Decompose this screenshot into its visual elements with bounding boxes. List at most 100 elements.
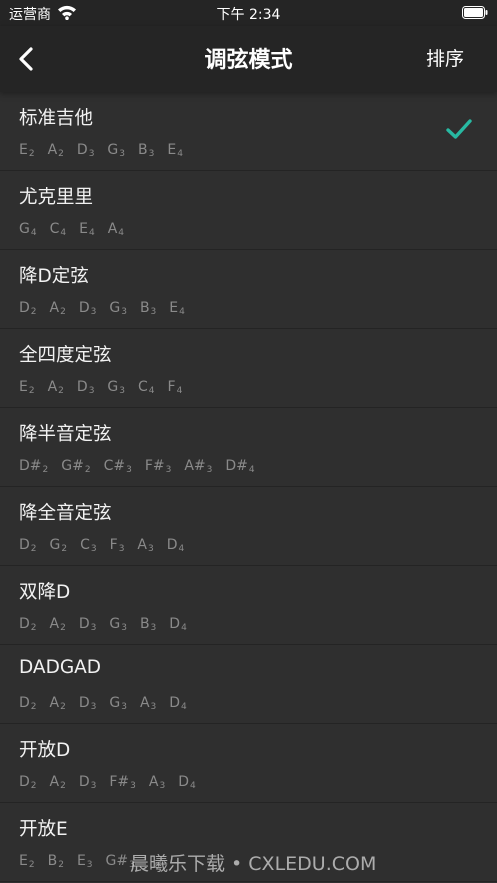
note-octave: 2 — [30, 623, 37, 633]
tuning-name: 降半音定弦 — [19, 424, 112, 445]
tuning-notes: E2 A2 D3 G3 B3 E4 — [19, 139, 196, 159]
note-name: D — [19, 695, 30, 711]
note-name: D — [19, 300, 30, 316]
string-note: A2 — [48, 379, 64, 396]
note-octave: 2 — [42, 465, 49, 475]
tuning-row[interactable]: 降半音定弦 D#2 G#2 C#3 F#3 A#3 D#4 — [0, 408, 497, 487]
tuning-name: DADGAD — [19, 657, 102, 678]
note-name: G — [49, 537, 61, 553]
string-note: F4 — [168, 379, 183, 396]
string-note: E4 — [169, 300, 185, 317]
string-note: B3 — [140, 300, 156, 317]
note-name: E — [76, 853, 86, 869]
status-time: 下午 2:34 — [216, 7, 281, 23]
sort-button[interactable]: 排序 — [426, 44, 464, 71]
note-octave: 3 — [130, 781, 136, 791]
string-note: A2 — [50, 300, 66, 317]
string-note: A3 — [140, 695, 156, 712]
string-note: D3 — [77, 142, 95, 159]
note-octave: 2 — [28, 149, 35, 159]
tuning-notes: D2 A 2 D3 G3 B3 D4 — [19, 613, 200, 633]
note-octave: 2 — [28, 860, 35, 870]
note-octave: 4 — [60, 228, 67, 238]
note-octave: 3 — [90, 702, 97, 712]
string-note: G3 — [107, 379, 125, 396]
note-name: E — [19, 853, 28, 869]
tuning-row[interactable]: 尤克里里 G4 C4 E4 A4 — [0, 171, 497, 250]
tuning-name: 全四度定弦 — [19, 345, 112, 366]
note-name: B — [139, 616, 150, 632]
note-octave: 4 — [88, 228, 95, 238]
note-octave: 3 — [88, 386, 95, 396]
note-name: F — [167, 379, 176, 395]
note-name: A — [49, 695, 60, 711]
tuning-row[interactable]: DADGAD D2 A2 D3 G3 A3 D4 — [0, 645, 497, 724]
string-note: D2 — [19, 774, 37, 791]
note-name: G — [107, 142, 119, 158]
note-name: E — [19, 379, 28, 395]
note-name: D — [78, 774, 90, 790]
string-note: D2 — [19, 616, 37, 633]
screen: 运营商 下午 2:34 调弦模式 排序 标准吉他 E2 A2 D3 G3 B3 E4 尤克里里… — [0, 0, 497, 883]
note-name: D — [19, 774, 30, 790]
note-octave: 4 — [181, 623, 187, 633]
note-name: A — [49, 300, 60, 316]
note-name: G — [109, 616, 121, 632]
note-name: D — [19, 537, 30, 553]
tuning-name: 开放E — [19, 819, 68, 840]
string-note: B3 — [140, 616, 156, 633]
note-octave: 2 — [58, 386, 64, 396]
note-name: A — [49, 616, 60, 632]
note-octave: 4 — [181, 702, 187, 712]
tuning-row[interactable]: 降全音定弦 D2 G2 C3 F3 A3 D4 — [0, 487, 497, 566]
note-name: D — [78, 695, 90, 711]
note-octave: 3 — [159, 781, 166, 791]
string-note: G2 — [50, 537, 68, 554]
string-note: D4 — [169, 695, 187, 712]
tuning-row[interactable]: 降D定弦 D2 A2 D3 G3 B3 E4 — [0, 250, 497, 329]
note-name: G — [19, 221, 30, 237]
note-name: D — [78, 300, 90, 316]
string-note: D3 — [79, 695, 97, 712]
tuning-row[interactable]: 全四度定弦 E2 A2 D3 G3 C4 F4 — [0, 329, 497, 408]
string-note: E4 — [79, 221, 95, 238]
string-note: D3 — [79, 616, 97, 633]
string-note: G3 — [107, 142, 125, 159]
checkmark-icon — [446, 119, 472, 139]
string-note: E2 — [19, 142, 35, 159]
note-octave: 4 — [248, 465, 255, 475]
note-octave: 3 — [126, 465, 132, 475]
string-note: G#2 — [61, 458, 90, 475]
string-note: D4 — [167, 537, 185, 554]
note-octave: 3 — [118, 544, 125, 554]
note-octave: 2 — [30, 781, 37, 791]
note-name: G — [107, 379, 119, 395]
note-name: C — [138, 379, 148, 395]
note-octave: 2 — [58, 860, 64, 870]
note-octave: 4 — [118, 228, 125, 238]
note-octave: 2 — [28, 386, 35, 396]
note-octave: 4 — [178, 544, 185, 554]
tuning-name: 尤克里里 — [19, 187, 94, 208]
string-note: D2 — [19, 695, 37, 712]
note-name: E — [19, 142, 28, 158]
note-name: C# — [103, 458, 126, 474]
note-name: A — [49, 774, 60, 790]
note-octave: 2 — [30, 544, 37, 554]
note-octave: 3 — [121, 623, 127, 633]
note-name: C — [49, 221, 60, 237]
tuning-row[interactable]: 双降D D2 A2 D3 G3 B3 D4 — [0, 566, 497, 645]
note-name: D — [169, 616, 181, 632]
string-note: D#2 — [19, 458, 48, 475]
note-octave: 2 — [60, 307, 66, 317]
note-name: B — [138, 142, 148, 158]
note-name: D — [178, 774, 189, 790]
tuning-row[interactable]: 标准吉他 E2 A2 D3 G3 B3 E4 — [0, 92, 497, 171]
string-note: E2 — [19, 853, 35, 870]
back-button[interactable] — [10, 42, 44, 76]
tuning-name: 标准吉他 — [19, 108, 94, 129]
tuning-notes: D2 A2 D3 F#3 A3 D4 — [19, 771, 209, 791]
tuning-row[interactable]: 开放D D2 A2 D3 F#3 A3 D4 — [0, 724, 497, 803]
tuning-name: 降全音定弦 — [19, 503, 112, 524]
note-name: F — [109, 537, 118, 553]
